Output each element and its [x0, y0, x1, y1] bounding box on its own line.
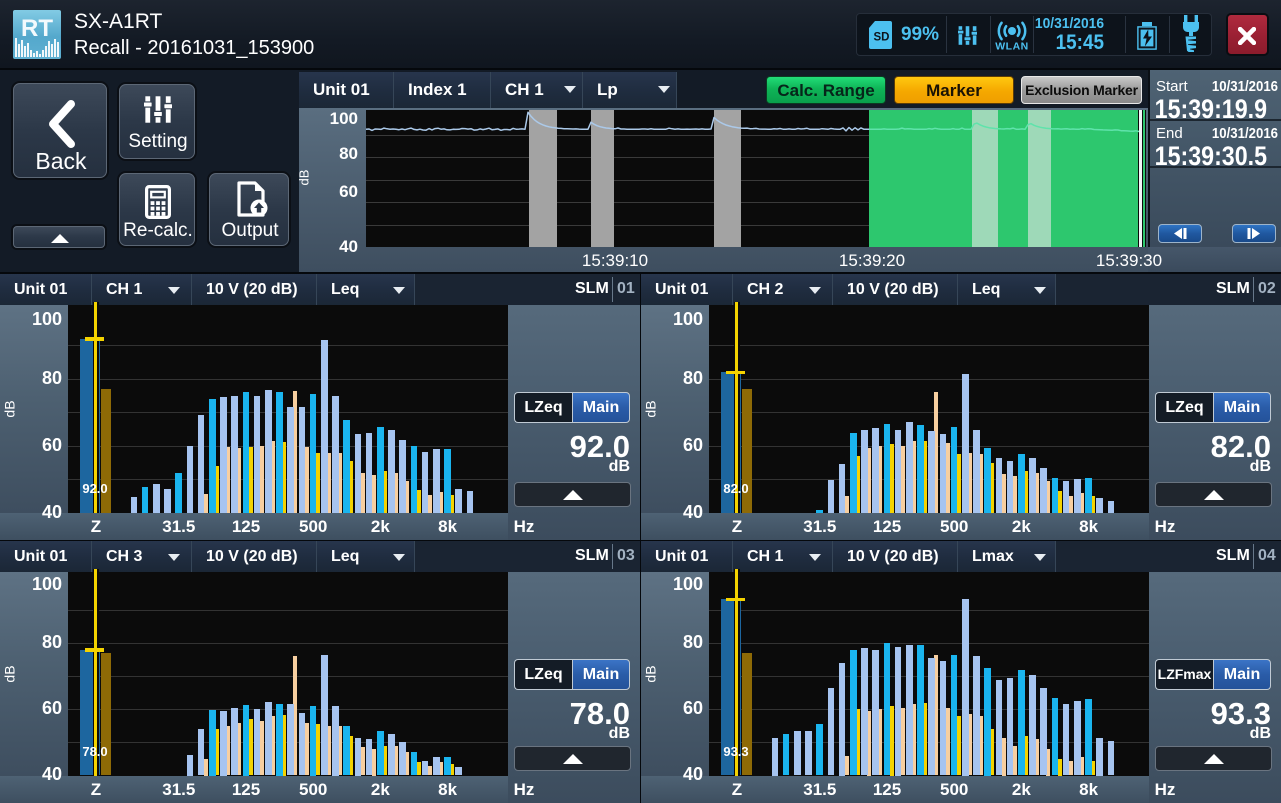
- svg-text:RT: RT: [21, 15, 53, 42]
- svg-text:WLAN: WLAN: [995, 41, 1029, 52]
- svg-text:SD: SD: [874, 32, 890, 44]
